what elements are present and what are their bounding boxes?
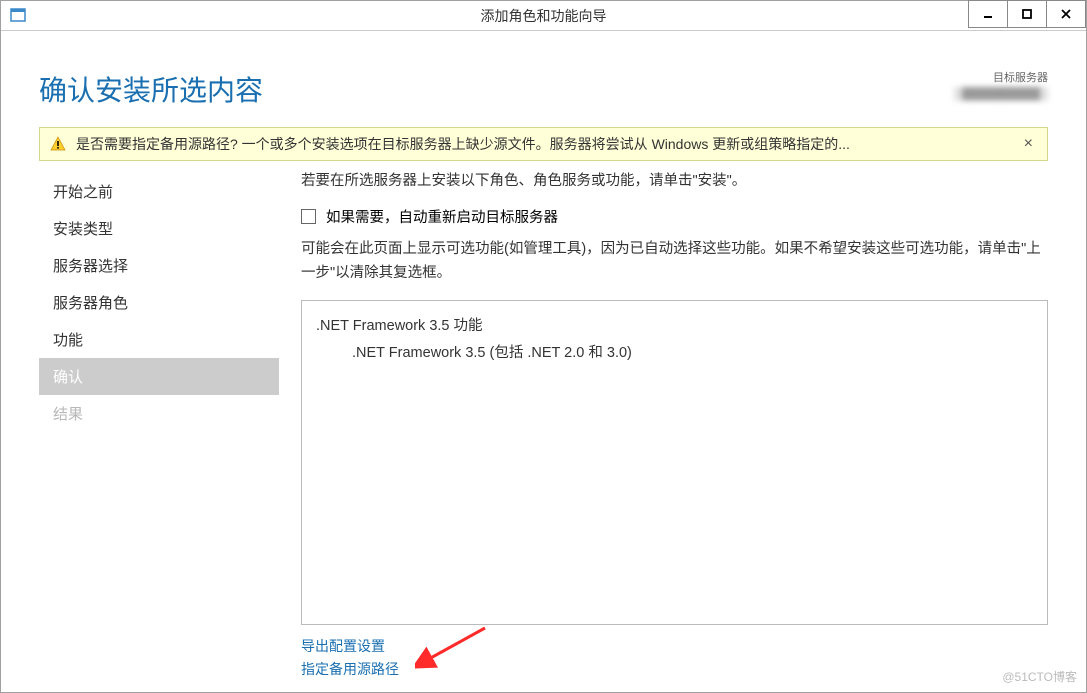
body: 开始之前 安装类型 服务器选择 服务器角色 功能 确认 结果 若要在所选服务器上…	[1, 169, 1086, 692]
target-server-value: ██████████	[954, 87, 1048, 101]
minimize-button[interactable]	[968, 0, 1008, 28]
app-icon	[9, 6, 29, 26]
export-config-link[interactable]: 导出配置设置	[301, 635, 1048, 657]
sidebar: 开始之前 安装类型 服务器选择 服务器角色 功能 确认 结果	[39, 169, 279, 680]
titlebar: 添加角色和功能向导	[1, 1, 1086, 31]
sidebar-item-server-roles[interactable]: 服务器角色	[39, 284, 279, 321]
sidebar-item-before-begin[interactable]: 开始之前	[39, 173, 279, 210]
feature-list: .NET Framework 3.5 功能 .NET Framework 3.5…	[301, 300, 1048, 625]
sidebar-item-results: 结果	[39, 395, 279, 432]
sidebar-item-features[interactable]: 功能	[39, 321, 279, 358]
notification-bar: 是否需要指定备用源路径? 一个或多个安装选项在目标服务器上缺少源文件。服务器将尝…	[39, 127, 1048, 161]
window-controls	[969, 0, 1086, 28]
notification-text: 是否需要指定备用源路径? 一个或多个安装选项在目标服务器上缺少源文件。服务器将尝…	[76, 134, 1020, 154]
note-text: 可能会在此页面上显示可选功能(如管理工具)，因为已自动选择这些功能。如果不希望安…	[301, 237, 1048, 286]
sidebar-item-install-type[interactable]: 安装类型	[39, 210, 279, 247]
restart-checkbox[interactable]	[301, 209, 316, 224]
sidebar-item-server-select[interactable]: 服务器选择	[39, 247, 279, 284]
instruction-text: 若要在所选服务器上安装以下角色、角色服务或功能，请单击"安装"。	[301, 169, 1048, 194]
alt-source-path-link[interactable]: 指定备用源路径	[301, 658, 1048, 680]
main-content: 若要在所选服务器上安装以下角色、角色服务或功能，请单击"安装"。 如果需要，自动…	[279, 169, 1048, 680]
feature-child: .NET Framework 3.5 (包括 .NET 2.0 和 3.0)	[316, 340, 1033, 368]
wizard-window: 添加角色和功能向导 确认安装所选内容 目标服务器 ██████████ 是否需要…	[0, 0, 1087, 693]
target-server-label: 目标服务器	[954, 69, 1048, 85]
header: 确认安装所选内容 目标服务器 ██████████	[1, 31, 1086, 127]
feature-parent: .NET Framework 3.5 功能	[316, 313, 1033, 341]
close-button[interactable]	[1046, 0, 1086, 28]
notification-close-button[interactable]: ×	[1020, 135, 1037, 153]
restart-checkbox-row: 如果需要，自动重新启动目标服务器	[301, 206, 1048, 227]
page-title: 确认安装所选内容	[39, 69, 263, 109]
target-server-info: 目标服务器 ██████████	[954, 69, 1048, 101]
warning-icon	[50, 136, 66, 152]
window-title: 添加角色和功能向导	[1, 6, 1086, 26]
maximize-button[interactable]	[1007, 0, 1047, 28]
links-area: 导出配置设置 指定备用源路径	[301, 625, 1048, 680]
sidebar-item-confirm[interactable]: 确认	[39, 358, 279, 395]
restart-checkbox-label: 如果需要，自动重新启动目标服务器	[326, 206, 558, 227]
